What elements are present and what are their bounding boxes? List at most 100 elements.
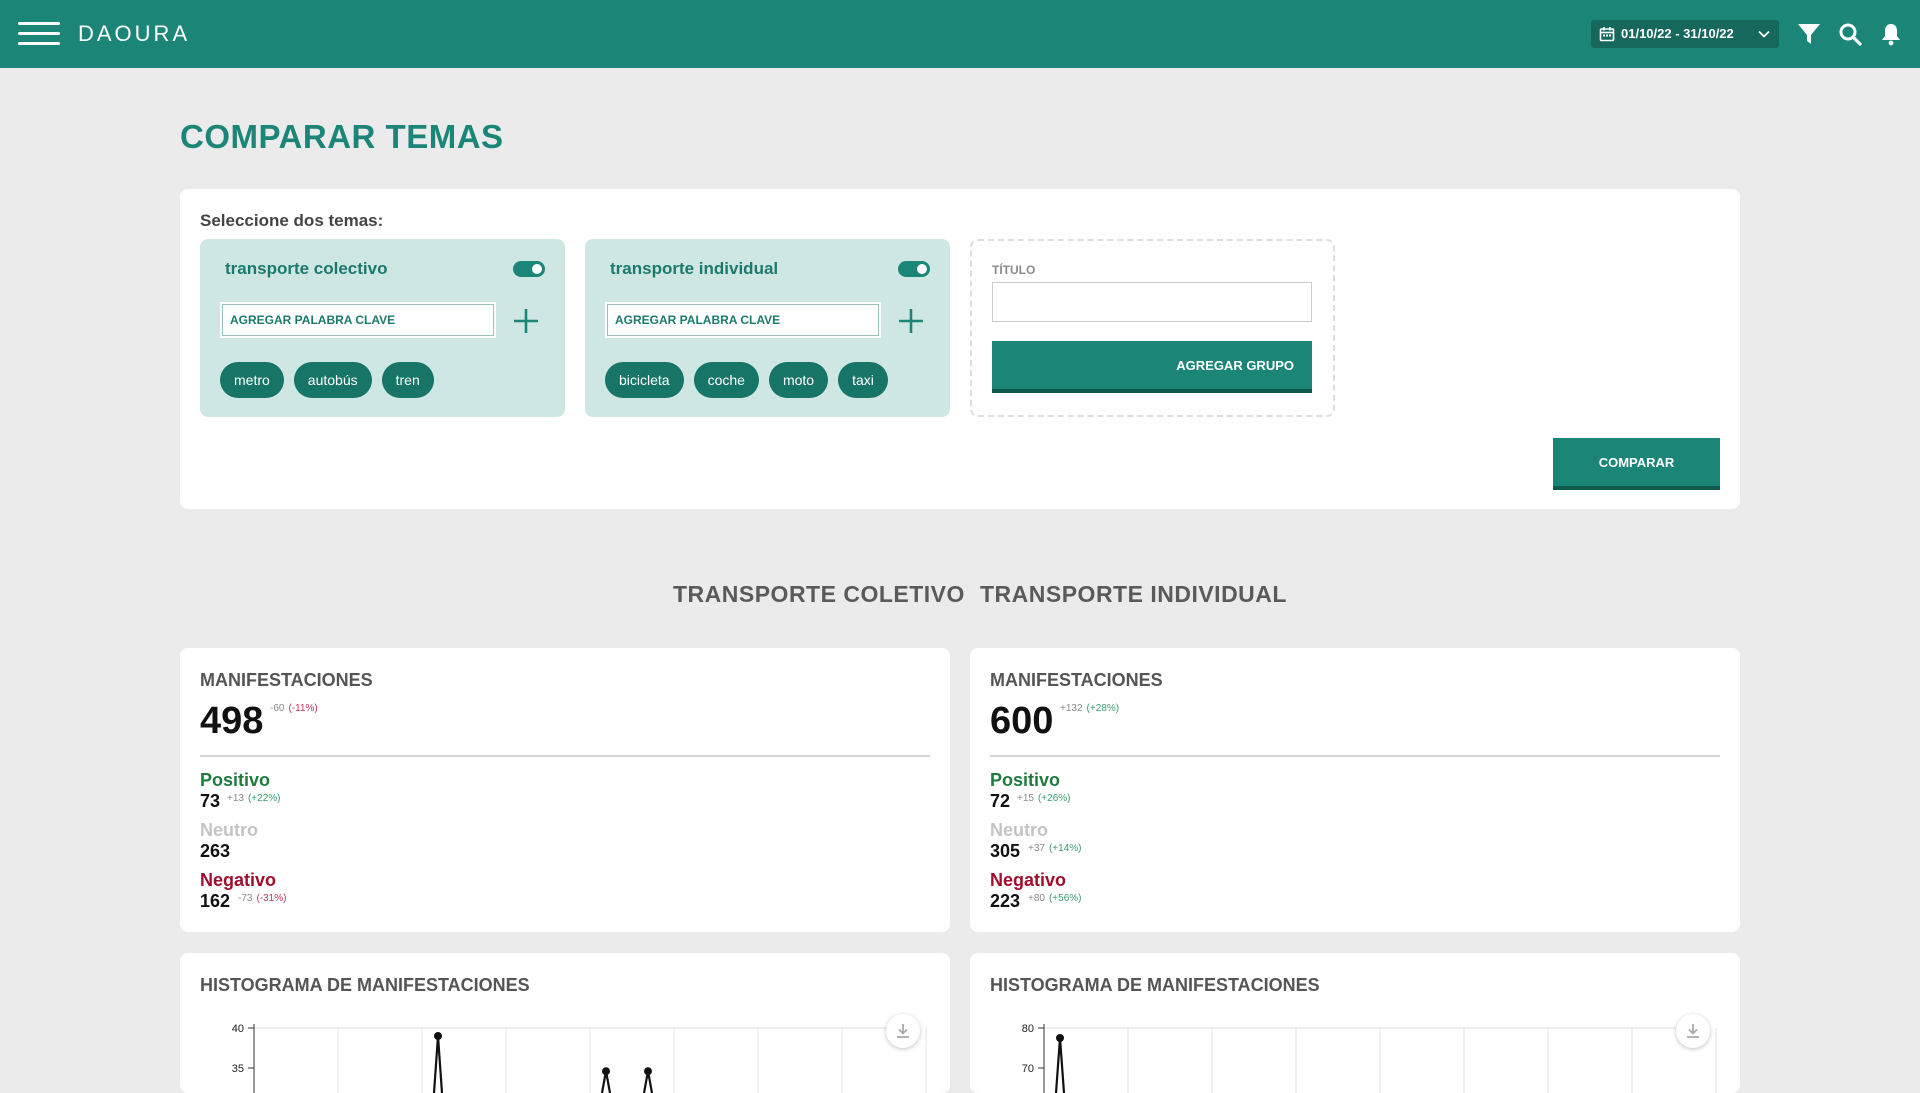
y-tick-label: 70 <box>1022 1063 1034 1075</box>
series-line <box>1054 1037 1062 1093</box>
negative-label: Negativo <box>990 870 1067 890</box>
data-point <box>644 1067 652 1076</box>
topic-card-individual: transporte individual bicicleta coche mo… <box>585 239 950 417</box>
topic-toggle[interactable] <box>513 261 545 277</box>
negative-delta: +80 (+56%) <box>1028 893 1081 904</box>
keyword-chip[interactable]: autobús <box>293 362 372 398</box>
series-line <box>1058 1037 1066 1093</box>
delta-pct: (+22%) <box>247 793 281 804</box>
total-mentions: 600 <box>990 700 1054 742</box>
data-point <box>1056 1034 1064 1042</box>
total-mentions: 498 <box>200 700 264 742</box>
data-point <box>602 1067 610 1076</box>
top-bar: DAOURA 01/10/22 - 31/10/22 <box>0 0 1920 68</box>
filter-icon[interactable] <box>1797 22 1821 46</box>
delta-abs: +15 <box>1017 793 1034 804</box>
histogram-card-colectivo: HISTOGRAMA DE MANIFESTACIONES 40 35 <box>180 953 950 1093</box>
delta-pct: (+56%) <box>1048 893 1082 904</box>
chevron-down-icon <box>1758 30 1770 38</box>
topic-name: transporte colectivo <box>225 259 388 278</box>
date-range-text: 01/10/22 - 31/10/22 <box>1621 26 1734 41</box>
page-title: COMPARAR TEMAS <box>180 118 504 155</box>
delta-abs: +37 <box>1028 843 1045 854</box>
result-heading-colectivo: TRANSPORTE COLETIVO <box>673 581 965 607</box>
positive-value: 72 <box>990 791 1011 811</box>
divider <box>990 755 1720 757</box>
keyword-chip[interactable]: coche <box>693 362 759 398</box>
neutral-delta: +37 (+14%) <box>1028 843 1081 854</box>
add-group-button[interactable]: AGREGAR GRUPO <box>992 341 1312 393</box>
keyword-input[interactable] <box>605 302 881 338</box>
delta-abs: +132 <box>1060 703 1083 714</box>
y-tick-label: 80 <box>1022 1023 1034 1035</box>
bell-icon[interactable] <box>1879 22 1903 46</box>
delta-pct: (+14%) <box>1048 843 1082 854</box>
histogram-chart: 80 70 <box>1022 1023 1717 1093</box>
topic-toggle[interactable] <box>898 261 930 277</box>
topic-card-colectivo: transporte colectivo metro autobús tren <box>200 239 565 417</box>
result-heading-individual: TRANSPORTE INDIVIDUAL <box>980 581 1287 607</box>
date-range-picker[interactable]: 01/10/22 - 31/10/22 <box>1591 20 1779 48</box>
topic-name: transporte individual <box>610 259 779 278</box>
y-tick-label: 40 <box>232 1023 244 1035</box>
series-line <box>432 1035 440 1093</box>
manifestaciones-card-individual: MANIFESTACIONES 600 +132 (+28%) Positivo … <box>970 648 1740 932</box>
positive-value: 73 <box>200 791 221 811</box>
negative-label: Negativo <box>200 870 277 890</box>
search-icon[interactable] <box>1838 22 1862 46</box>
calendar-icon <box>1599 27 1615 42</box>
positive-label: Positivo <box>200 770 271 790</box>
negative-value: 162 <box>200 891 231 911</box>
delta-pct: (+26%) <box>1037 793 1071 804</box>
compare-topics-card: Seleccione dos temas: transporte colecti… <box>180 189 1740 509</box>
delta-pct: (-11%) <box>288 703 318 714</box>
positive-delta: +13 (+22%) <box>227 793 280 804</box>
new-group-box: TÍTULO AGREGAR GRUPO <box>970 239 1335 417</box>
delta-abs: -73 <box>238 893 253 904</box>
delta-pct: (+28%) <box>1086 703 1120 714</box>
total-delta: +132 (+28%) <box>1060 703 1119 714</box>
positive-delta: +15 (+26%) <box>1017 793 1070 804</box>
y-tick-label: 35 <box>232 1063 244 1075</box>
card-title: MANIFESTACIONES <box>990 670 1163 690</box>
neutral-value: 263 <box>200 841 231 861</box>
delta-pct: (-31%) <box>256 893 287 904</box>
group-title-input[interactable] <box>992 282 1312 322</box>
keyword-chip[interactable]: metro <box>220 362 284 398</box>
histogram-card-individual: HISTOGRAMA DE MANIFESTACIONES 80 70 <box>970 953 1740 1093</box>
download-icon <box>897 1024 909 1038</box>
data-point <box>434 1032 442 1040</box>
series-line <box>436 1035 444 1093</box>
compare-button[interactable]: COMPARAR <box>1553 438 1720 490</box>
histogram-chart: 40 35 <box>232 1023 927 1093</box>
negative-value: 223 <box>990 891 1021 911</box>
download-button[interactable] <box>886 1014 920 1048</box>
card-title: MANIFESTACIONES <box>200 670 373 690</box>
manifestaciones-card-colectivo: MANIFESTACIONES 498 -60 (-11%) Positivo 7… <box>180 648 950 932</box>
delta-abs: +80 <box>1028 893 1045 904</box>
delta-abs: +13 <box>227 793 244 804</box>
delta-abs: -60 <box>270 703 285 714</box>
group-title-label: TÍTULO <box>992 263 1036 277</box>
keyword-chip[interactable]: taxi <box>838 362 888 398</box>
add-keyword-icon[interactable] <box>897 307 925 335</box>
positive-label: Positivo <box>990 770 1061 790</box>
keyword-chip[interactable]: moto <box>768 362 829 398</box>
menu-icon[interactable] <box>18 22 60 46</box>
add-keyword-icon[interactable] <box>512 307 540 335</box>
select-topics-label: Seleccione dos temas: <box>200 211 384 230</box>
download-icon <box>1687 1024 1699 1038</box>
keyword-chips: bicicleta coche moto taxi <box>605 362 888 398</box>
app-logo[interactable]: DAOURA <box>78 20 190 48</box>
keyword-chip[interactable]: bicicleta <box>605 362 684 398</box>
keyword-input[interactable] <box>220 302 496 338</box>
keyword-chip[interactable]: tren <box>381 362 434 398</box>
divider <box>200 755 930 757</box>
download-button[interactable] <box>1676 1014 1710 1048</box>
keyword-chips: metro autobús tren <box>220 362 434 398</box>
negative-delta: -73 (-31%) <box>238 893 286 904</box>
neutral-label: Neutro <box>990 820 1048 840</box>
neutral-value: 305 <box>990 841 1021 861</box>
total-delta: -60 (-11%) <box>270 703 318 714</box>
neutral-label: Neutro <box>200 820 258 840</box>
